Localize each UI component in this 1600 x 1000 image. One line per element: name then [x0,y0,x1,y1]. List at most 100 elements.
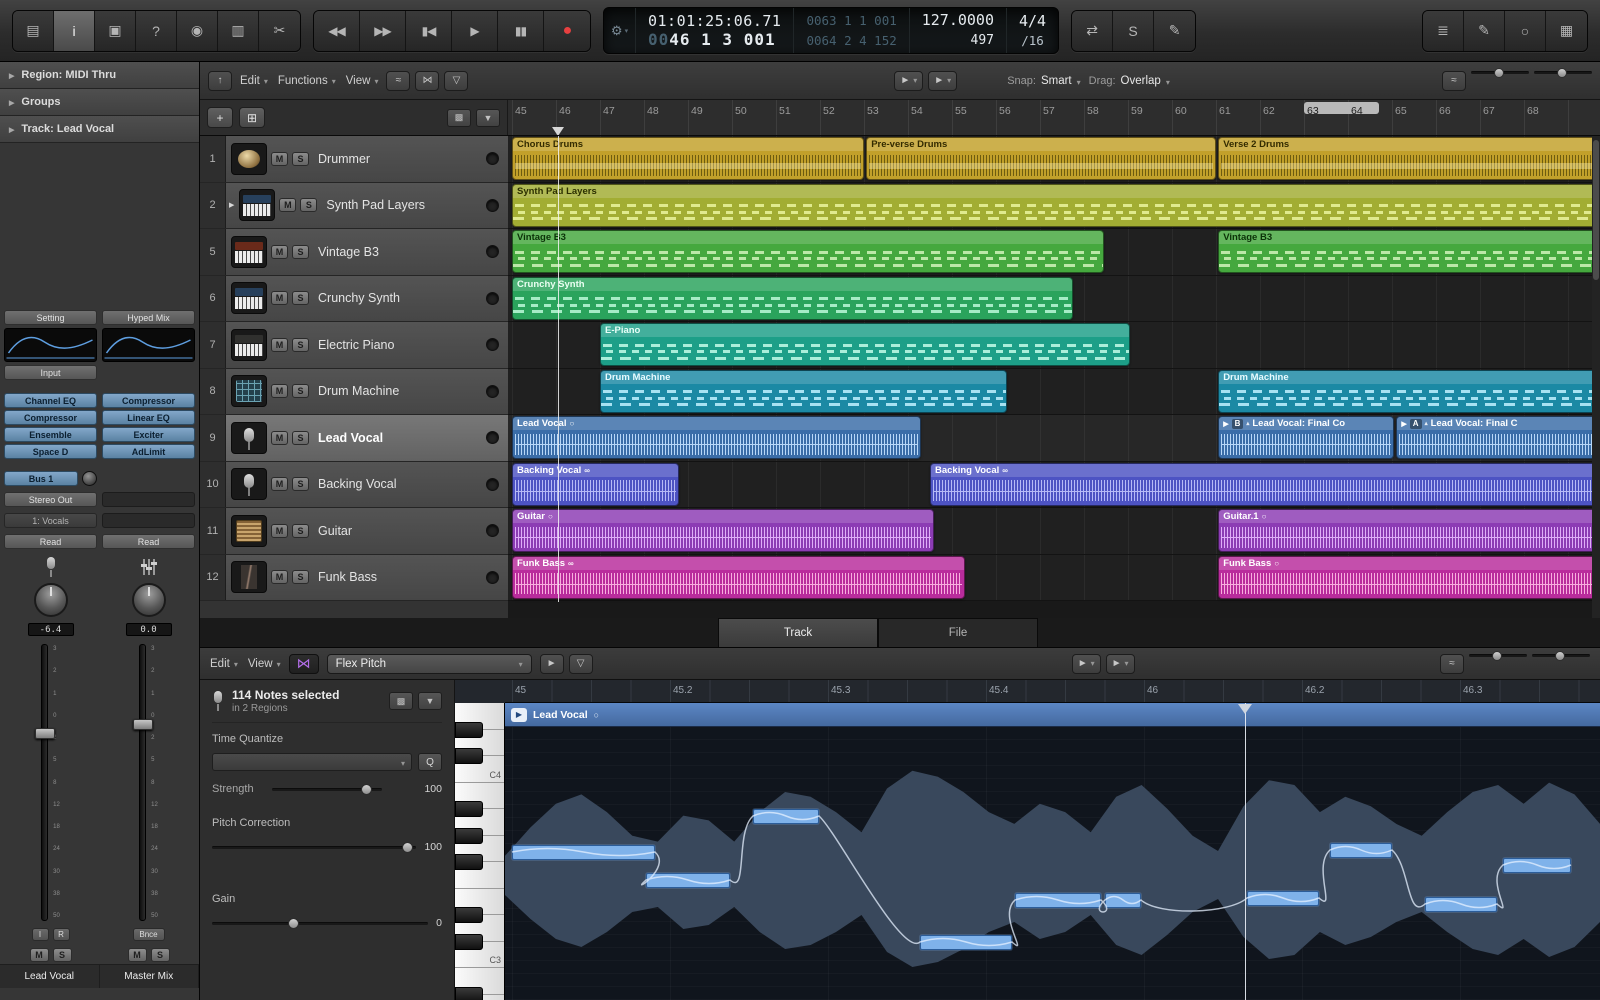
track-header[interactable]: 5MSVintage B3 [200,229,508,276]
region[interactable]: Guitar○ [512,509,934,552]
plugin-slot[interactable]: Compressor [102,393,195,408]
lcd-tempo-sub[interactable]: 497 [971,32,994,51]
black-key[interactable] [455,828,483,844]
region[interactable]: Drum Machine [1218,370,1600,413]
pan-knob[interactable] [34,583,68,617]
plugin-slot[interactable]: Space D [4,444,97,459]
mute-button[interactable]: M [271,570,288,584]
flex-mode-dropdown[interactable]: Flex Pitch [327,654,532,674]
take-expand-icon[interactable]: ▴ [1425,420,1428,427]
note-pads-icon[interactable]: ✎ [1464,11,1505,51]
lcd-cycle-end[interactable]: 0064 2 4 152 [806,31,896,50]
solo-button[interactable]: S [292,245,309,259]
input-monitor-button[interactable] [486,152,499,165]
menu-view[interactable]: View [346,75,379,87]
black-key[interactable] [455,934,483,950]
gain-slider[interactable] [212,922,428,925]
menu-edit[interactable]: Edit [240,75,268,87]
solo-button[interactable]: S [292,338,309,352]
input-monitor-button[interactable] [486,199,499,212]
strip-button-i[interactable]: I [32,928,49,941]
slider-handle[interactable] [1492,651,1502,661]
mute-button[interactable]: M [271,291,288,305]
region[interactable]: Funk Bass○ [1218,556,1600,599]
take-play-icon[interactable]: ▶ [1223,420,1228,428]
menu-functions[interactable]: Functions [278,75,336,87]
solo-button[interactable]: S [292,570,309,584]
track-header[interactable]: 2▶MSSynth Pad Layers [200,183,508,230]
track-header[interactable]: 12MSFunk Bass [200,555,508,602]
scrollbar-handle[interactable] [1593,140,1599,280]
autopunch-icon[interactable]: S [1113,11,1154,51]
automation-mode-button[interactable]: Read [102,534,195,549]
black-key[interactable] [455,722,483,738]
send-knob[interactable] [82,471,97,486]
mute-button[interactable]: M [279,198,296,212]
playhead-marker[interactable] [552,127,564,135]
plugin-slot[interactable]: AdLimit [102,444,195,459]
groups-inspector-header[interactable]: Groups [0,89,199,116]
region[interactable]: Lead Vocal○ [512,416,921,459]
horizontal-zoom-slider[interactable] [1532,654,1590,657]
drag-dropdown[interactable]: Drag: Overlap [1089,72,1170,90]
play-button[interactable]: ▶ [452,11,498,51]
region[interactable]: Chorus Drums [512,137,864,180]
black-key[interactable] [455,801,483,817]
region[interactable]: Drum Machine [600,370,1007,413]
add-multiple-tracks-icon[interactable]: ⊞ [239,107,265,128]
scroll-to-top-button[interactable]: ↑ [208,71,232,91]
take-play-icon[interactable]: ▶ [1401,420,1406,428]
toolbar-icon[interactable]: ▣ [95,11,136,51]
mute-button[interactable]: M [271,431,288,445]
horizontal-zoom-slider[interactable] [1534,71,1592,74]
disclosure-icon[interactable]: ▶ [229,201,234,209]
black-key[interactable] [455,854,483,870]
apple-loops-icon[interactable]: ○ [1505,11,1546,51]
record-button[interactable]: ● [544,11,590,51]
region-play-button[interactable]: ▶ [511,708,527,722]
lcd-display[interactable]: ⚙▾ 01:01:25:06.71 0046 1 3 001 0063 1 1 … [603,7,1059,54]
flex-pitch-display[interactable] [505,727,1600,1000]
input-monitor-button[interactable] [486,431,499,444]
input-monitor-button[interactable] [486,338,499,351]
go-to-beginning-button[interactable]: ▮◀ [406,11,452,51]
mixer-icon[interactable]: ▥ [218,11,259,51]
setting-button[interactable]: Hyped Mix [102,310,195,325]
volume-fader[interactable] [41,644,48,921]
quantize-select[interactable] [212,753,412,771]
input-monitor-button[interactable] [486,245,499,258]
menu-edit[interactable]: Edit [210,658,238,670]
take-letter[interactable]: B [1232,419,1244,429]
track-header[interactable]: 11MSGuitar [200,508,508,555]
region[interactable]: Vintage B3 [512,230,1104,273]
smart-controls-icon[interactable]: ◉ [177,11,218,51]
mute-button[interactable]: M [128,948,147,962]
vertical-scrollbar[interactable] [1592,136,1600,618]
track-header[interactable]: 9MSLead Vocal [200,415,508,462]
solo-button[interactable]: S [292,152,309,166]
slider-handle[interactable] [1494,68,1504,78]
solo-button[interactable]: S [292,291,309,305]
slider-handle[interactable] [402,842,413,853]
tab-track[interactable]: Track [718,618,878,647]
snap-dropdown[interactable]: Snap: Smart [1007,72,1080,90]
mute-button[interactable]: M [271,245,288,259]
region[interactable]: Verse 2 Drums [1218,137,1600,180]
mute-button[interactable]: M [271,338,288,352]
filter-icon[interactable]: ▽ [569,654,593,674]
pitch-correction-slider[interactable] [212,846,416,849]
region[interactable]: ▶A▴Lead Vocal: Final C [1396,416,1600,459]
editors-icon[interactable]: ✂ [259,11,300,51]
playhead[interactable] [1245,703,1246,1000]
quick-help-icon[interactable]: ? [136,11,177,51]
slider-handle[interactable] [288,918,299,929]
track-header[interactable]: 8MSDrum Machine [200,369,508,416]
tab-file[interactable]: File [878,618,1038,647]
take-expand-icon[interactable]: ▴ [1246,420,1249,427]
mute-button[interactable]: M [271,524,288,538]
mute-button[interactable]: M [271,384,288,398]
track-sort-icon[interactable]: ▼ [476,109,500,127]
input-monitor-button[interactable] [486,385,499,398]
bounce-button[interactable]: Bnce [133,928,165,941]
lcd-division[interactable]: /16 [1021,32,1044,50]
